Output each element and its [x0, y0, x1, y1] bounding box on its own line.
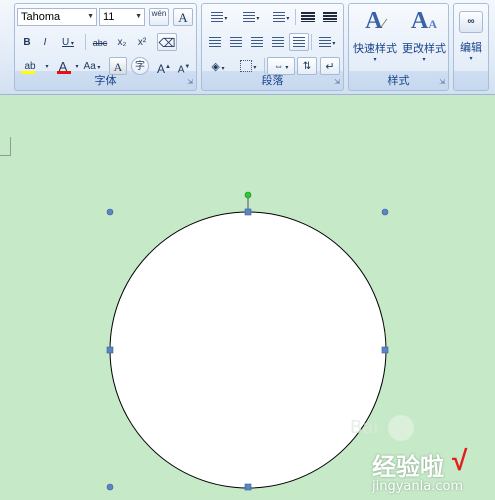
clear-formatting-button[interactable]: ⌫ [157, 33, 177, 51]
chevron-down-icon[interactable]: ▼ [135, 9, 142, 25]
decrease-indent-icon [301, 12, 315, 23]
shading-button[interactable]: ◈ ▾ [204, 57, 232, 75]
sort-icon: ⇅ [302, 61, 312, 72]
numbering-button[interactable]: ▾ [236, 8, 266, 26]
justify-button[interactable] [268, 33, 288, 51]
borders-icon [239, 60, 252, 73]
grow-font-button[interactable]: A▲ [155, 57, 173, 76]
resize-handle-bottom-left[interactable] [106, 483, 114, 491]
font-size-value: 11 [103, 11, 115, 23]
font-name-value: Tahoma [21, 11, 61, 23]
paragraph-dialog-launcher-icon[interactable]: ⇲ [333, 79, 341, 87]
subscript-button[interactable]: x₂ [113, 33, 131, 51]
align-center-icon [230, 37, 242, 48]
borders-button[interactable]: ▾ [234, 57, 262, 75]
resize-handle-top-left[interactable] [106, 208, 114, 216]
align-left-icon [209, 37, 221, 48]
multilevel-list-icon [272, 12, 285, 23]
quick-styles-icon: A⁄ [365, 8, 385, 34]
paw-icon [388, 415, 414, 441]
ribbon: Tahoma ▼ 11 ▼ wén A B I U ▾ abc x₂ x² ⌫ … [0, 0, 495, 95]
char-shading-button[interactable]: A [109, 57, 127, 75]
highlight-dropdown[interactable]: ▾ [43, 57, 51, 75]
char-border-button[interactable]: A [173, 8, 193, 26]
decrease-indent-button[interactable] [298, 8, 318, 26]
editing-group: ∞ 编辑 ▾ [453, 3, 489, 91]
resize-handle-top[interactable] [244, 208, 252, 216]
numbering-icon [242, 12, 255, 23]
align-center-button[interactable] [226, 33, 246, 51]
bullets-icon [210, 12, 223, 23]
enclose-characters-button[interactable]: 字 [131, 57, 149, 75]
phonetic-guide-button[interactable]: wén [149, 8, 169, 26]
quick-styles-button[interactable]: A⁄ 快速样式 ▾ [351, 6, 399, 74]
strikethrough-button[interactable]: abc [89, 33, 111, 51]
chinese-layout-button[interactable]: ⇔ ▾ [267, 57, 295, 75]
change-case-button[interactable]: Aa ▾ [81, 57, 103, 75]
watermark-url: jingyanla.com [372, 479, 464, 494]
font-name-combo[interactable]: Tahoma ▼ [17, 8, 97, 26]
align-right-button[interactable] [247, 33, 267, 51]
sort-button[interactable]: ⇅ [297, 57, 317, 75]
paragraph-group: ▾ ▾ ▾ ▾ ◈ ▾ ▾ ⇔ ▾ ⇅ ↵ 段落 ⇲ [201, 3, 344, 91]
text-highlight-button[interactable]: ab [17, 57, 43, 75]
distributed-button[interactable] [289, 33, 309, 51]
paragraph-group-label: 段落 [261, 75, 284, 87]
resize-handle-top-right[interactable] [381, 208, 389, 216]
font-color-button[interactable]: A [53, 57, 73, 75]
styles-dialog-launcher-icon[interactable]: ⇲ [438, 79, 446, 87]
underline-button[interactable]: U ▾ [57, 33, 79, 51]
rotate-handle[interactable] [244, 191, 252, 199]
watermark-brand: Bai [350, 417, 379, 438]
line-spacing-button[interactable]: ▾ [313, 33, 341, 51]
increase-indent-button[interactable] [320, 8, 340, 26]
watermark-site: 经验啦 [372, 453, 444, 481]
resize-handle-right[interactable] [381, 346, 389, 354]
paint-bucket-icon: ◈ [211, 61, 220, 73]
editing-button[interactable]: ∞ 编辑 ▾ [456, 8, 486, 70]
change-styles-icon: AA [410, 8, 437, 34]
superscript-button[interactable]: x² [133, 33, 151, 51]
align-left-button[interactable] [205, 33, 225, 51]
shrink-font-button[interactable]: A▼ [175, 57, 193, 75]
pilcrow-icon: ↵ [325, 61, 335, 73]
resize-handle-left[interactable] [106, 346, 114, 354]
eraser-icon: ⌫ [158, 36, 176, 50]
font-group-label: 字体 [94, 75, 117, 87]
show-marks-button[interactable]: ↵ [320, 57, 340, 75]
bullets-button[interactable]: ▾ [204, 8, 234, 26]
binoculars-icon: ∞ [459, 11, 483, 33]
italic-button[interactable]: I [37, 33, 53, 51]
increase-indent-icon [323, 12, 337, 23]
chevron-down-icon[interactable]: ▼ [87, 9, 94, 25]
align-right-icon [251, 37, 263, 48]
font-size-combo[interactable]: 11 ▼ [99, 8, 145, 26]
distributed-icon [293, 37, 305, 48]
styles-group-label: 样式 [387, 75, 410, 87]
checkmark-icon: √ [452, 445, 468, 476]
styles-group: A⁄ 快速样式 ▾ AA 更改样式 ▾ 样式 ⇲ [348, 3, 449, 91]
resize-handle-bottom[interactable] [244, 483, 252, 491]
change-styles-button[interactable]: AA 更改样式 ▾ [400, 6, 448, 74]
bold-button[interactable]: B [19, 33, 35, 51]
line-spacing-icon [318, 37, 331, 48]
justify-icon [272, 37, 284, 48]
multilevel-list-button[interactable]: ▾ [268, 8, 294, 26]
font-dialog-launcher-icon[interactable]: ⇲ [186, 79, 194, 87]
watermark: Bai 经验啦 √ jingyanla.com [328, 413, 495, 500]
chinese-layout-icon: ⇔ [273, 61, 284, 72]
font-color-dropdown[interactable]: ▾ [73, 57, 81, 75]
font-group: Tahoma ▼ 11 ▼ wén A B I U ▾ abc x₂ x² ⌫ … [14, 3, 197, 91]
